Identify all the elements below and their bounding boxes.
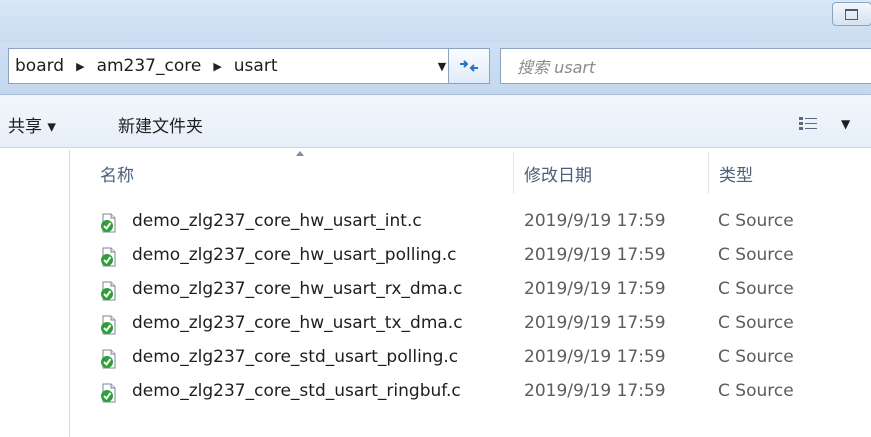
c-source-file-icon [101, 247, 116, 267]
file-date-modified: 2019/9/19 17:59 [524, 211, 666, 231]
breadcrumb-usart[interactable]: usart [234, 56, 278, 76]
file-type: C Source [718, 313, 794, 333]
c-source-file-icon [101, 213, 116, 233]
search-placeholder: 搜索 usart [517, 58, 596, 77]
breadcrumb-separator-icon[interactable]: ▶ [76, 60, 84, 73]
file-type: C Source [718, 245, 794, 265]
column-header-type[interactable]: 类型 [709, 150, 871, 196]
file-row[interactable]: demo_zlg237_core_hw_usart_tx_dma.c 2019/… [70, 308, 871, 342]
breadcrumb-separator-icon[interactable]: ▶ [213, 60, 221, 73]
navigation-pane[interactable] [0, 150, 70, 437]
address-bar[interactable]: board ▶ am237_core ▶ usart ▼ [8, 48, 448, 84]
file-date-modified: 2019/9/19 17:59 [524, 347, 666, 367]
file-name: demo_zlg237_core_hw_usart_rx_dma.c [132, 279, 463, 299]
file-date-modified: 2019/9/19 17:59 [524, 313, 666, 333]
column-header-name[interactable]: 名称 [90, 150, 514, 196]
file-date-modified: 2019/9/19 17:59 [524, 279, 666, 299]
breadcrumb-board[interactable]: board [15, 56, 64, 76]
refresh-button[interactable] [448, 48, 490, 84]
search-input[interactable]: 搜索 usart [500, 48, 871, 84]
column-headers: 名称 修改日期 类型 [70, 150, 871, 196]
file-row[interactable]: demo_zlg237_core_std_usart_ringbuf.c 201… [70, 376, 871, 410]
file-row[interactable]: demo_zlg237_core_hw_usart_rx_dma.c 2019/… [70, 274, 871, 308]
view-options-icon [799, 117, 817, 130]
command-toolbar: 共享 ▾ 新建文件夹 ▼ [0, 94, 871, 148]
file-date-modified: 2019/9/19 17:59 [524, 245, 666, 265]
c-source-file-icon [101, 315, 116, 335]
share-menu-button[interactable]: 共享 ▾ [8, 112, 56, 137]
navigation-bar: board ▶ am237_core ▶ usart ▼ 搜索 usart [0, 42, 871, 94]
view-dropdown-icon[interactable]: ▼ [841, 117, 850, 131]
column-header-type-label: 类型 [719, 165, 753, 186]
refresh-icon [460, 60, 478, 72]
column-header-date[interactable]: 修改日期 [514, 150, 708, 196]
file-name: demo_zlg237_core_std_usart_polling.c [132, 347, 459, 367]
file-list: demo_zlg237_core_hw_usart_int.c 2019/9/1… [70, 206, 871, 410]
file-name: demo_zlg237_core_hw_usart_int.c [132, 211, 422, 231]
window-restore-button[interactable] [832, 2, 871, 26]
file-type: C Source [718, 347, 794, 367]
c-source-file-icon [101, 281, 116, 301]
new-folder-button[interactable]: 新建文件夹 [118, 112, 203, 137]
file-date-modified: 2019/9/19 17:59 [524, 381, 666, 401]
file-row[interactable]: demo_zlg237_core_std_usart_polling.c 201… [70, 342, 871, 376]
c-source-file-icon [101, 383, 116, 403]
change-view-button[interactable]: ▼ [797, 113, 857, 135]
file-type: C Source [718, 381, 794, 401]
file-name: demo_zlg237_core_hw_usart_polling.c [132, 245, 457, 265]
column-header-date-label: 修改日期 [524, 165, 592, 186]
window-titlebar [0, 0, 871, 42]
file-type: C Source [718, 279, 794, 299]
file-row[interactable]: demo_zlg237_core_hw_usart_int.c 2019/9/1… [70, 206, 871, 240]
c-source-file-icon [101, 349, 116, 369]
column-header-name-label: 名称 [100, 165, 134, 186]
breadcrumb-am237-core[interactable]: am237_core [97, 56, 202, 76]
file-row[interactable]: demo_zlg237_core_hw_usart_polling.c 2019… [70, 240, 871, 274]
file-type: C Source [718, 211, 794, 231]
file-name: demo_zlg237_core_hw_usart_tx_dma.c [132, 313, 463, 333]
file-name: demo_zlg237_core_std_usart_ringbuf.c [132, 381, 461, 401]
